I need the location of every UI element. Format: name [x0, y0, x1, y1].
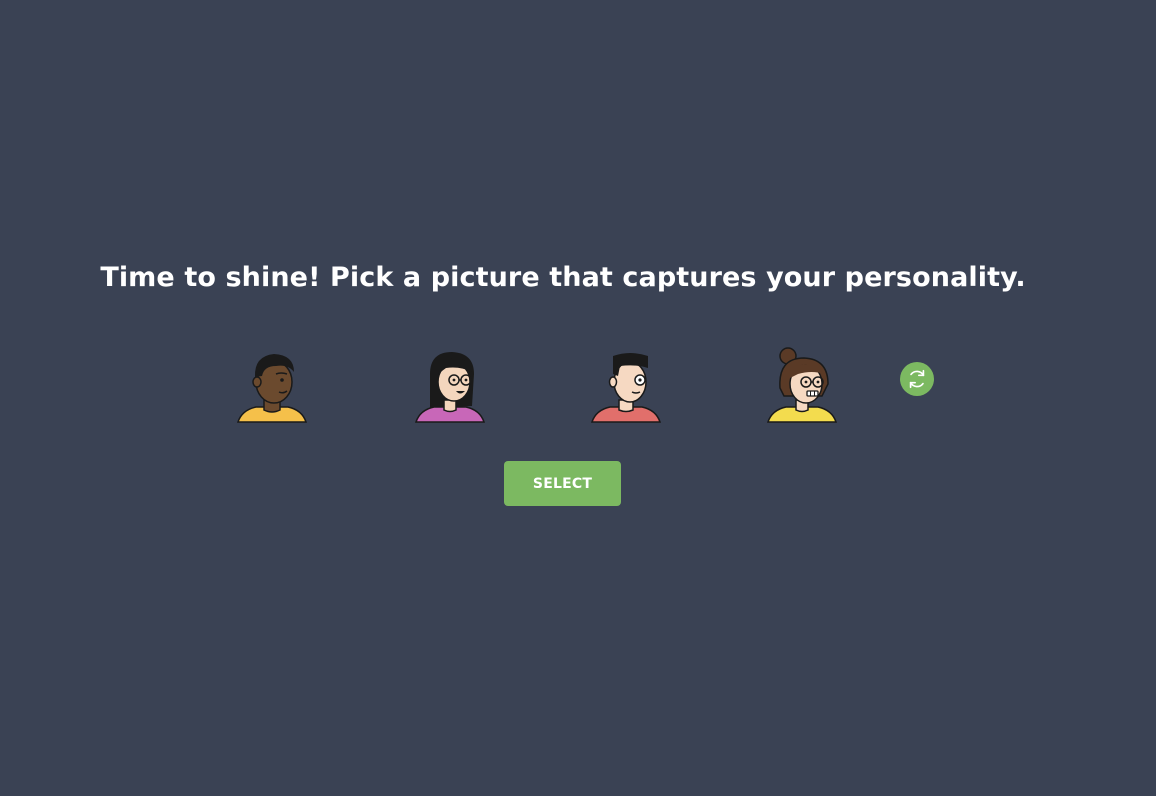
avatar-woman-bun-glasses-icon — [766, 347, 838, 423]
avatar-woman-glasses-long-hair-icon — [414, 352, 486, 423]
refresh-avatars-button[interactable] — [900, 362, 934, 396]
avatar-option-2[interactable] — [410, 344, 490, 424]
avatar-option-1[interactable] — [232, 344, 312, 424]
avatar-man-dark-skin-icon — [236, 354, 308, 423]
refresh-icon — [909, 369, 925, 389]
avatar-option-3[interactable] — [586, 344, 666, 424]
avatar-picker-page: Time to shine! Pick a picture that captu… — [0, 0, 1156, 796]
avatar-man-short-hair-icon — [590, 353, 662, 423]
select-button[interactable]: SELECT — [504, 461, 621, 506]
avatar-option-4[interactable] — [762, 344, 842, 424]
page-title: Time to shine! Pick a picture that captu… — [100, 262, 1026, 293]
